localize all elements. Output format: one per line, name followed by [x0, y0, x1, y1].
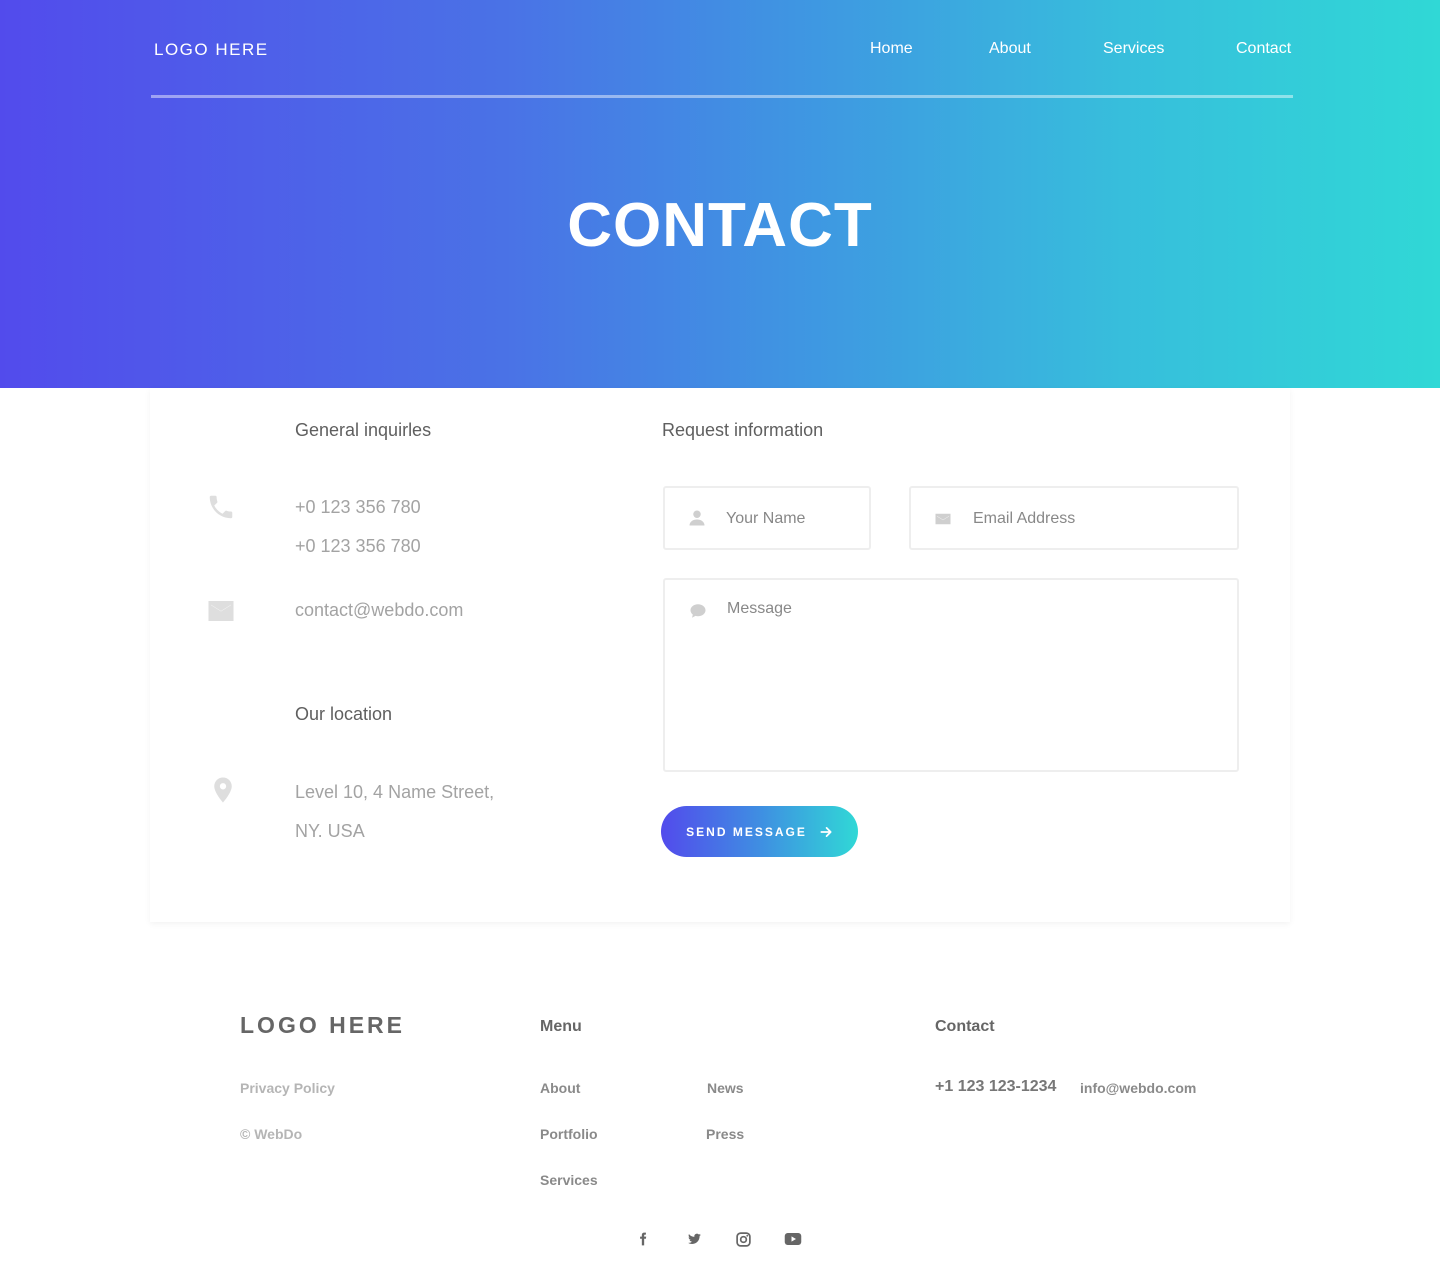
envelope-icon [935, 513, 951, 525]
footer-menu-heading: Menu [540, 1018, 582, 1035]
youtube-icon[interactable] [783, 1229, 803, 1249]
chat-bubble-icon [690, 604, 706, 618]
page-title: CONTACT [567, 191, 873, 260]
location-heading: Our location [295, 704, 393, 724]
user-icon [689, 510, 705, 526]
phone-number-2[interactable]: +0 123 356 780 [295, 536, 421, 557]
copyright-text: © WebDo [240, 1126, 303, 1142]
phone-icon [209, 495, 233, 519]
footer-phone[interactable]: +1 123 123-1234 [935, 1078, 1056, 1096]
address-line-1: Level 10, 4 Name Street, [295, 782, 495, 802]
address-line-2: NY. USA [295, 821, 365, 841]
footer-link-portfolio[interactable]: Portfolio [540, 1126, 598, 1142]
email-input[interactable] [973, 506, 1223, 532]
footer-email[interactable]: info@webdo.com [1080, 1080, 1196, 1096]
twitter-icon[interactable] [684, 1229, 704, 1249]
footer-contact-heading: Contact [935, 1018, 995, 1035]
location-pin-icon [214, 777, 232, 803]
footer-link-news[interactable]: News [707, 1080, 744, 1096]
arrow-right-icon [820, 826, 832, 837]
request-info-heading: Request information [662, 420, 824, 440]
message-input[interactable] [727, 600, 1227, 760]
name-input[interactable] [726, 506, 866, 532]
general-inquiries-heading: General inquirles [295, 420, 432, 440]
footer-link-services[interactable]: Services [540, 1172, 598, 1188]
mail-icon [208, 601, 234, 621]
nav-logo[interactable]: LOGO HERE [154, 40, 269, 60]
message-field [663, 578, 1239, 772]
name-field [663, 486, 871, 550]
contact-email[interactable]: contact@webdo.com [295, 600, 463, 621]
footer-link-press[interactable]: Press [706, 1126, 744, 1142]
nav-link-contact[interactable]: Contact [1236, 40, 1291, 58]
contact-card: General inquirles +0 123 356 780 +0 123 … [150, 388, 1290, 922]
send-message-button[interactable]: SEND MESSAGE [661, 806, 858, 857]
phone-number-1[interactable]: +0 123 356 780 [295, 497, 421, 518]
email-field [909, 486, 1239, 550]
footer-link-about[interactable]: About [540, 1080, 580, 1096]
privacy-policy-link[interactable]: Privacy Policy [240, 1080, 335, 1096]
hero-banner: LOGO HERE Home About Services Contact CO… [0, 0, 1440, 388]
nav-link-about[interactable]: About [989, 40, 1031, 58]
footer-logo[interactable]: LOGO HERE [240, 1012, 405, 1039]
send-message-label: SEND MESSAGE [686, 824, 807, 839]
top-navigation: LOGO HERE Home About Services Contact [151, 0, 1293, 98]
instagram-icon[interactable] [733, 1229, 753, 1249]
facebook-icon[interactable] [633, 1229, 653, 1249]
nav-link-services[interactable]: Services [1103, 40, 1164, 58]
nav-link-home[interactable]: Home [870, 40, 913, 58]
